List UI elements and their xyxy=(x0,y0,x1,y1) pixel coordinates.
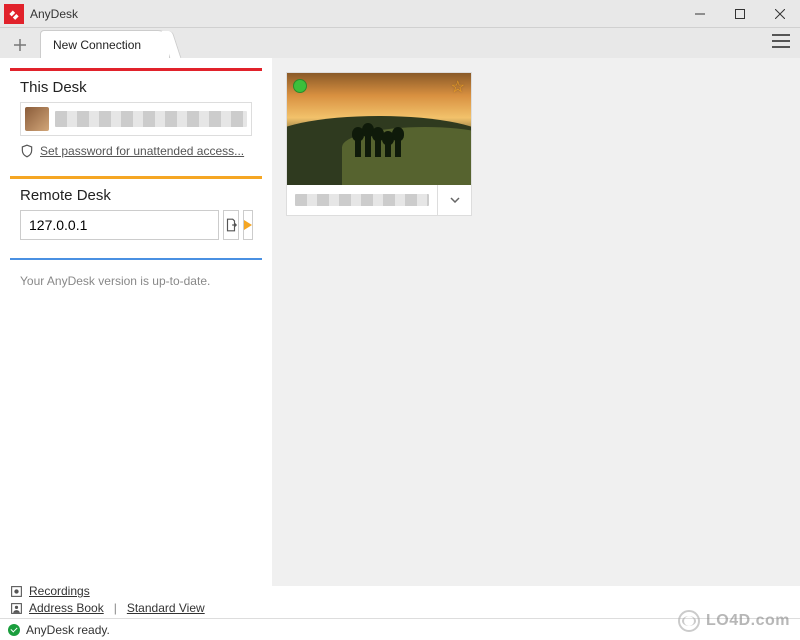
recordings-link[interactable]: Recordings xyxy=(29,584,90,598)
plus-icon xyxy=(14,39,26,51)
this-desk-address[interactable] xyxy=(20,102,252,136)
remote-address-input[interactable] xyxy=(20,210,219,240)
this-desk-heading: This Desk xyxy=(20,79,252,96)
unattended-access-link[interactable]: Set password for unattended access... xyxy=(40,144,244,158)
tab-label: New Connection xyxy=(53,38,141,52)
chevron-down-icon xyxy=(450,197,460,203)
watermark: LO4D.com xyxy=(678,610,790,632)
remote-desk-panel: Remote Desk xyxy=(10,176,262,252)
connection-tile[interactable]: ☆ xyxy=(286,72,472,216)
update-panel: Your AnyDesk version is up-to-date. xyxy=(10,258,262,306)
new-tab-button[interactable] xyxy=(6,32,34,58)
window-title: AnyDesk xyxy=(30,7,78,21)
connection-thumbnail: ☆ xyxy=(287,73,471,185)
menu-button[interactable] xyxy=(772,34,790,48)
status-text: AnyDesk ready. xyxy=(26,623,110,637)
minimize-button[interactable] xyxy=(680,0,720,28)
connection-menu-button[interactable] xyxy=(437,185,471,215)
this-desk-panel: This Desk Set password for unattended ac… xyxy=(10,68,262,170)
tab-new-connection[interactable]: New Connection xyxy=(40,30,170,58)
title-bar: AnyDesk xyxy=(0,0,800,28)
favorite-star-icon[interactable]: ☆ xyxy=(451,77,465,97)
avatar xyxy=(25,107,49,131)
tab-bar: New Connection xyxy=(0,28,800,58)
this-desk-id-redacted xyxy=(55,111,247,127)
shield-icon xyxy=(20,144,34,158)
address-book-icon xyxy=(10,602,23,615)
remote-desk-heading: Remote Desk xyxy=(20,187,252,204)
file-transfer-icon xyxy=(224,218,238,232)
standard-view-link[interactable]: Standard View xyxy=(127,601,205,615)
file-transfer-button[interactable] xyxy=(223,210,239,240)
address-book-link[interactable]: Address Book xyxy=(29,601,104,615)
recent-connections-area: ☆ xyxy=(272,58,800,586)
update-status-text: Your AnyDesk version is up-to-date. xyxy=(20,268,252,294)
close-button[interactable] xyxy=(760,0,800,28)
watermark-text: LO4D.com xyxy=(706,612,790,630)
recordings-icon xyxy=(10,585,23,598)
online-status-icon xyxy=(293,79,307,93)
status-ok-icon xyxy=(8,624,20,636)
play-icon xyxy=(244,220,252,230)
bottom-links: Recordings Address Book | Standard View xyxy=(0,581,272,618)
globe-icon xyxy=(678,610,700,632)
maximize-button[interactable] xyxy=(720,0,760,28)
connect-button[interactable] xyxy=(243,210,253,240)
app-logo xyxy=(4,4,24,24)
connection-name-redacted xyxy=(295,194,429,206)
